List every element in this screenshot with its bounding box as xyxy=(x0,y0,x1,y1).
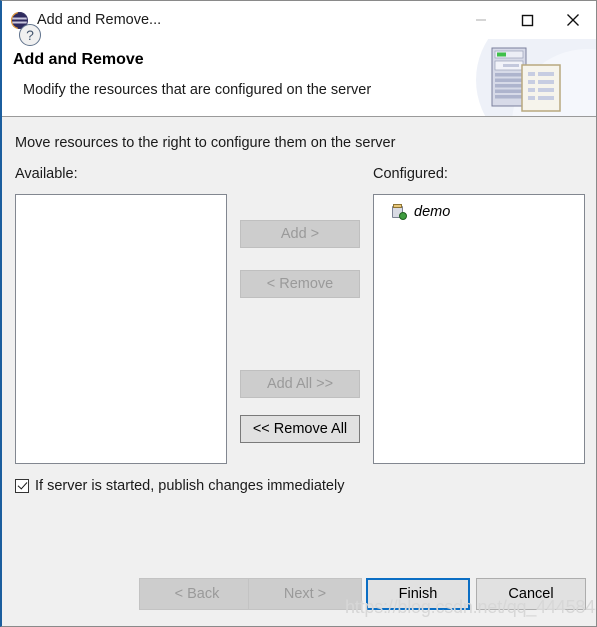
remove-all-button[interactable]: << Remove All xyxy=(240,415,360,443)
publish-immediately-row[interactable]: If server is started, publish changes im… xyxy=(15,478,344,494)
server-and-document-icon xyxy=(470,39,596,116)
remove-button[interactable]: < Remove xyxy=(240,270,360,298)
next-button[interactable]: Next > xyxy=(248,578,362,610)
title-bar: Add and Remove... xyxy=(2,1,596,39)
minimize-button[interactable] xyxy=(458,1,504,39)
window-controls xyxy=(458,1,596,39)
instruction-text: Move resources to the right to configure… xyxy=(15,135,396,151)
back-button[interactable]: < Back xyxy=(139,578,255,610)
dialog-content: Move resources to the right to configure… xyxy=(2,117,596,557)
add-all-button[interactable]: Add All >> xyxy=(240,370,360,398)
close-button[interactable] xyxy=(550,1,596,39)
available-list[interactable] xyxy=(15,194,227,464)
configured-label: Configured: xyxy=(373,166,448,182)
title-bar-left: Add and Remove... xyxy=(2,11,458,29)
list-item-label: demo xyxy=(414,204,451,220)
server-document-svg xyxy=(491,47,561,112)
maximize-button[interactable] xyxy=(504,1,550,39)
window-title: Add and Remove... xyxy=(37,12,162,28)
finish-button[interactable]: Finish xyxy=(366,578,470,610)
add-and-remove-dialog: Add and Remove... Add and Remove Modify … xyxy=(0,0,597,627)
help-button[interactable]: ? xyxy=(19,24,41,46)
module-icon xyxy=(391,204,407,220)
dialog-header: Add and Remove Modify the resources that… xyxy=(2,39,596,117)
cancel-button[interactable]: Cancel xyxy=(476,578,586,610)
publish-immediately-checkbox[interactable] xyxy=(15,479,29,493)
add-button[interactable]: Add > xyxy=(240,220,360,248)
configured-list[interactable]: demo xyxy=(373,194,585,464)
page-subtitle: Modify the resources that are configured… xyxy=(23,82,372,98)
available-label: Available: xyxy=(15,166,78,182)
publish-immediately-label: If server is started, publish changes im… xyxy=(35,478,345,494)
list-item[interactable]: demo xyxy=(374,201,584,223)
page-title: Add and Remove xyxy=(13,51,144,68)
